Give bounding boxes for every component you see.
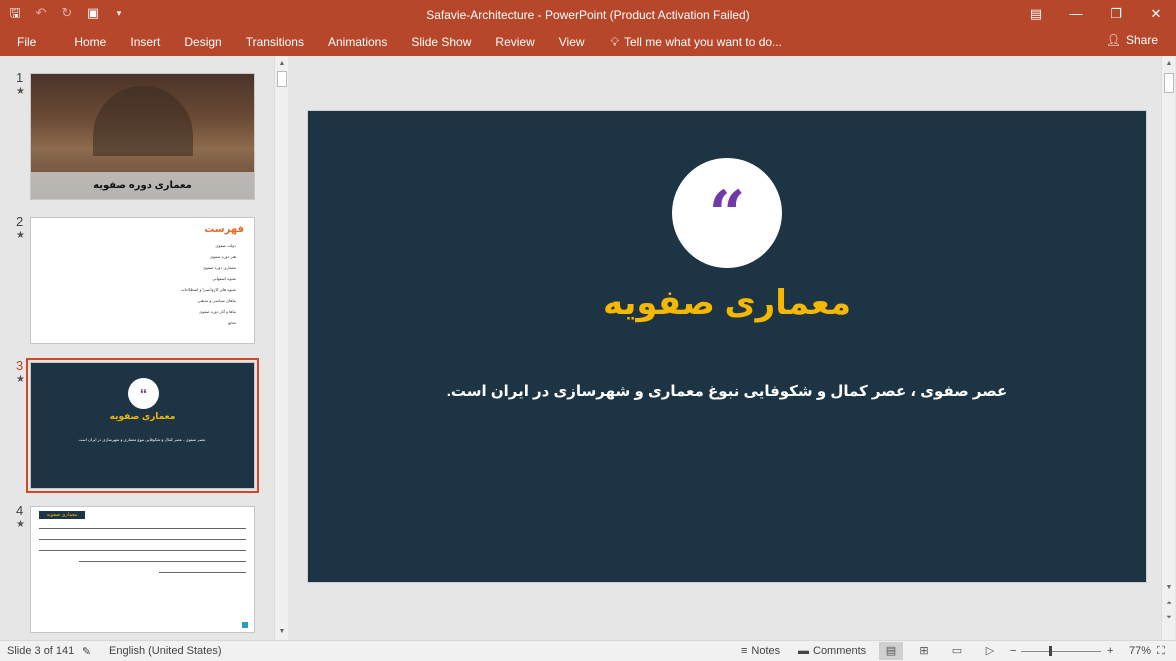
slide-thumbnail-3[interactable]: “ معماری صفویه عصر صفوی ، عصر کمال و شکو…	[26, 358, 259, 493]
zoom-slider-handle[interactable]	[1049, 646, 1052, 656]
tab-transitions[interactable]: Transitions	[234, 34, 316, 50]
thumbnail-heading: فهرست	[204, 224, 244, 235]
window-title: Safavie-Architecture - PowerPoint (Produ…	[426, 8, 750, 22]
status-bar: Slide 3 of 141 ✎ English (United States)…	[0, 640, 1176, 661]
slide-thumbnail-1[interactable]: معماری دوره صفویه	[30, 73, 255, 200]
share-label: Share	[1125, 33, 1158, 47]
person-icon: 👤︎	[1105, 33, 1121, 47]
thumbnail-subtitle: عصر صفوی ، عصر کمال و شکوفایی نبوغ معمار…	[78, 437, 207, 442]
tab-design[interactable]: Design	[172, 34, 233, 50]
slide-thumbnail-pane: 1 ★ معماری دوره صفویه 2 ★ فهرست دولت صفو…	[0, 56, 290, 640]
animation-star-icon: ★	[16, 519, 25, 530]
list-item: بناها و آثار دوره صفوی	[199, 309, 236, 314]
slide-title[interactable]: معماری صفویه	[308, 283, 1146, 323]
scroll-up-icon[interactable]: ▲	[275, 58, 289, 70]
comments-button[interactable]: ▬ Comments	[798, 645, 866, 657]
tab-file[interactable]: File	[0, 34, 62, 50]
list-item: معماری دوره صفوی	[202, 265, 236, 270]
previous-slide-icon[interactable]: ⏶	[1162, 598, 1176, 610]
minimize-icon[interactable]: —	[1056, 0, 1096, 30]
list-item: هنر دوره صفوی	[209, 254, 236, 259]
slideshow-icon[interactable]: ▷	[978, 642, 1002, 660]
quote-icon: “	[128, 378, 159, 409]
animation-star-icon: ★	[16, 230, 25, 241]
language-indicator[interactable]: English (United States)	[109, 645, 222, 657]
quote-icon: “	[708, 177, 746, 252]
restore-icon[interactable]: ❐	[1096, 0, 1136, 30]
comments-label: Comments	[813, 645, 867, 657]
quote-circle: “	[672, 158, 782, 268]
slide-number: 3	[16, 358, 24, 373]
ribbon-display-icon[interactable]: ▤	[1016, 0, 1056, 30]
scroll-up-icon[interactable]: ▲	[1162, 58, 1176, 70]
list-item: شیوه اصفهانی	[212, 276, 236, 281]
notes-label: Notes	[751, 645, 781, 657]
zoom-in-icon[interactable]: +	[1107, 645, 1113, 657]
comment-icon: ▬	[798, 645, 809, 657]
scrollbar-thumb[interactable]	[277, 71, 287, 87]
architecture-photo	[93, 86, 193, 156]
thumbnail-scrollbar[interactable]: ▲ ▼	[274, 56, 288, 640]
list-item: دولت صفوی	[215, 243, 236, 248]
slide-thumbnail-4[interactable]: معماری صفویه	[30, 506, 255, 633]
tab-home[interactable]: Home	[62, 34, 118, 50]
scrollbar-thumb[interactable]	[1164, 73, 1174, 93]
thumbnail-title: معماری دوره صفویه	[31, 172, 254, 199]
ribbon: File Home Insert Design Transitions Anim…	[0, 30, 1176, 56]
spelling-icon[interactable]: ✎	[82, 645, 91, 658]
scroll-down-icon[interactable]: ▼	[275, 626, 289, 638]
slide-corner-mark	[242, 622, 248, 628]
thumbnail-heading: معماری صفویه	[39, 511, 85, 519]
tab-view[interactable]: View	[547, 34, 597, 50]
slide-subtitle[interactable]: عصر صفوی ، عصر کمال و شکوفایی نبوغ معمار…	[308, 382, 1146, 400]
list-item: بناهای سیاسی و مذهبی	[197, 298, 236, 303]
slide-sorter-icon[interactable]: ⊞	[912, 642, 936, 660]
tell-me-box[interactable]: 💡︎ Tell me what you want to do...	[597, 34, 795, 50]
next-slide-icon[interactable]: ⏷	[1162, 612, 1176, 624]
window-controls: ▤ — ❐ ✕	[1016, 0, 1176, 30]
slide-thumbnail-2[interactable]: فهرست دولت صفوی هنر دوره صفوی معماری دور…	[30, 217, 255, 344]
toc-list: دولت صفوی هنر دوره صفوی معماری دوره صفوی…	[181, 240, 236, 328]
fit-slide-icon[interactable]: ⛶	[1157, 645, 1165, 658]
slide-number: 2	[16, 214, 24, 229]
zoom-slider[interactable]	[1021, 651, 1101, 652]
notes-icon: ≡	[741, 645, 748, 657]
zoom-level[interactable]: 77%	[1129, 645, 1151, 657]
animation-star-icon: ★	[16, 374, 25, 385]
list-item: منابع	[228, 320, 236, 325]
lightbulb-icon: 💡︎	[610, 35, 619, 49]
current-slide[interactable]: “ معماری صفویه عصر صفوی ، عصر کمال و شکو…	[308, 111, 1146, 582]
slide-number: 4	[16, 503, 24, 518]
tab-slide-show[interactable]: Slide Show	[399, 34, 483, 50]
scroll-down-icon[interactable]: ▼	[1162, 582, 1176, 594]
close-icon[interactable]: ✕	[1136, 0, 1176, 30]
thumbnail-title: معماری صفویه	[109, 411, 176, 421]
list-item: شیوه های کاروانسرا و اصطلاحات	[180, 287, 236, 292]
slide-number: 1	[16, 70, 24, 85]
tab-animations[interactable]: Animations	[316, 34, 399, 50]
title-bar: 🖫 ↶ ↻ ▣ ▾ Safavie-Architecture - PowerPo…	[0, 0, 1176, 30]
animation-star-icon: ★	[16, 86, 25, 97]
ribbon-tabs: File Home Insert Design Transitions Anim…	[0, 34, 794, 50]
notes-button[interactable]: ≡ Notes	[741, 645, 780, 657]
tab-review[interactable]: Review	[483, 34, 546, 50]
thumbnail-body-text	[39, 523, 246, 583]
tell-me-label: Tell me what you want to do...	[623, 35, 783, 49]
normal-view-icon[interactable]: ▤	[879, 642, 903, 660]
share-button[interactable]: 👤︎ Share	[1106, 33, 1158, 47]
zoom-out-icon[interactable]: −	[1010, 645, 1016, 657]
slide-counter: Slide 3 of 141	[7, 645, 75, 657]
tab-insert[interactable]: Insert	[118, 34, 172, 50]
reading-view-icon[interactable]: ▭	[945, 642, 969, 660]
editor-scrollbar[interactable]: ▲ ▼ ⏶ ⏷	[1161, 56, 1175, 640]
